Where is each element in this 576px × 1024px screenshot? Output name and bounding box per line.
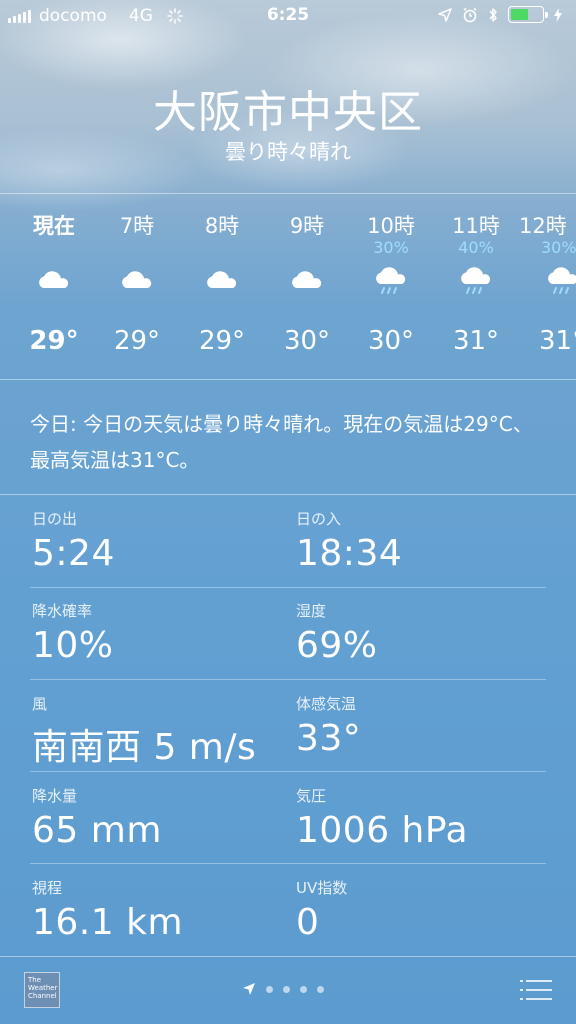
location-arrow-icon	[438, 7, 452, 22]
detail-label: 湿度	[296, 602, 327, 620]
current-condition: 曇り時々晴れ	[225, 140, 351, 164]
detail-pressure: 気圧 1006 hPa	[296, 785, 468, 851]
page-indicator[interactable]	[242, 982, 324, 996]
precip-chance: 30%	[373, 238, 409, 257]
detail-label: UV指数	[296, 879, 348, 897]
bluetooth-icon	[489, 7, 497, 22]
hour-temp: 29°	[198, 326, 246, 356]
detail-uv-index: UV指数 0	[296, 877, 347, 943]
divider-hourly-bottom	[0, 379, 576, 380]
detail-visibility: 視程 16.1 km	[32, 877, 183, 943]
detail-value: 1006 hPa	[296, 810, 469, 851]
detail-label: 降水確率	[32, 602, 93, 620]
divider-top	[0, 193, 576, 194]
detail-label: 降水量	[32, 787, 78, 805]
detail-value: 16.1 km	[32, 902, 184, 943]
detail-value: 南南西 5 m/s	[32, 727, 257, 768]
hour-label: 9時	[289, 214, 325, 238]
cloud-icon	[292, 271, 322, 288]
hour-label: 10時	[367, 214, 415, 238]
weather-channel-logo[interactable]: The Weather Channel	[24, 972, 60, 1008]
hour-label: 11時	[452, 214, 500, 238]
detail-humidity: 湿度 69%	[296, 600, 378, 666]
detail-value: 0	[296, 902, 320, 943]
city-list-icon[interactable]	[520, 978, 552, 1002]
hour-temp: 29°	[113, 326, 161, 356]
precip-chance: 30%	[541, 238, 576, 257]
cloud-rain-icon	[461, 267, 491, 294]
page-dot	[300, 985, 307, 993]
detail-value: 65 mm	[32, 810, 162, 851]
detail-label: 気圧	[296, 787, 327, 805]
detail-label: 体感気温	[296, 695, 357, 713]
detail-sunrise: 日の出 5:24	[32, 508, 115, 574]
location-arrow-icon	[243, 983, 255, 995]
detail-sunset: 日の入 18:34	[296, 508, 402, 574]
hour-label: 12時	[519, 214, 567, 238]
detail-wind: 風 南南西 5 m/s	[32, 693, 256, 770]
cloud-icon	[39, 271, 69, 288]
detail-precip-chance: 降水確率 10%	[32, 600, 114, 666]
hour-label: 7時	[119, 214, 155, 238]
detail-value: 10%	[32, 625, 114, 666]
detail-label: 視程	[32, 879, 63, 897]
battery-icon	[508, 6, 548, 23]
status-right	[438, 6, 562, 23]
detail-value: 5:24	[32, 533, 115, 574]
city-name: 大阪市中央区	[153, 87, 423, 138]
detail-value: 18:34	[296, 533, 403, 574]
precip-chance: 40%	[458, 238, 494, 257]
hour-label: 8時	[204, 214, 240, 238]
hour-temp: 31°	[452, 326, 500, 356]
alarm-icon	[463, 7, 477, 22]
logo-text: The Weather Channel	[28, 976, 58, 1000]
detail-precipitation: 降水量 65 mm	[32, 785, 162, 851]
hour-temp: 31°	[539, 326, 576, 356]
detail-separator	[30, 679, 546, 680]
hour-label: 現在	[33, 214, 75, 238]
charging-bolt-icon	[554, 7, 562, 22]
detail-separator	[30, 587, 546, 588]
divider-summary-bottom	[0, 494, 576, 495]
detail-separator	[30, 771, 546, 772]
bottom-bar: The Weather Channel	[0, 958, 576, 1024]
cloud-icon	[122, 271, 152, 288]
hour-temp: 29°	[29, 326, 79, 356]
page-dot	[317, 985, 324, 993]
detail-separator	[30, 863, 546, 864]
daily-summary: 今日: 今日の天気は曇り時々晴れ。現在の気温は29°C、最高気温は31°C。	[30, 412, 533, 472]
detail-value: 69%	[296, 625, 378, 666]
hour-temp: 30°	[283, 326, 331, 356]
detail-value: 33°	[296, 718, 362, 759]
hour-temp: 30°	[367, 326, 415, 356]
page-dot	[283, 985, 290, 993]
detail-label: 風	[32, 695, 48, 713]
divider-bottom-bar	[0, 956, 576, 957]
page-dot	[266, 985, 273, 993]
detail-feels-like: 体感気温 33°	[296, 693, 361, 759]
cloud-rain-icon	[376, 267, 406, 294]
detail-label: 日の出	[32, 510, 78, 528]
status-bar: docomo 4G 6:25	[0, 0, 576, 34]
cloud-rain-icon	[548, 267, 576, 294]
cloud-icon	[207, 271, 237, 288]
hourly-forecast[interactable]: 現在 29° 7時 29° 8時 29° 9時 30° 10時 30% 30° …	[0, 196, 576, 376]
detail-label: 日の入	[296, 510, 342, 528]
